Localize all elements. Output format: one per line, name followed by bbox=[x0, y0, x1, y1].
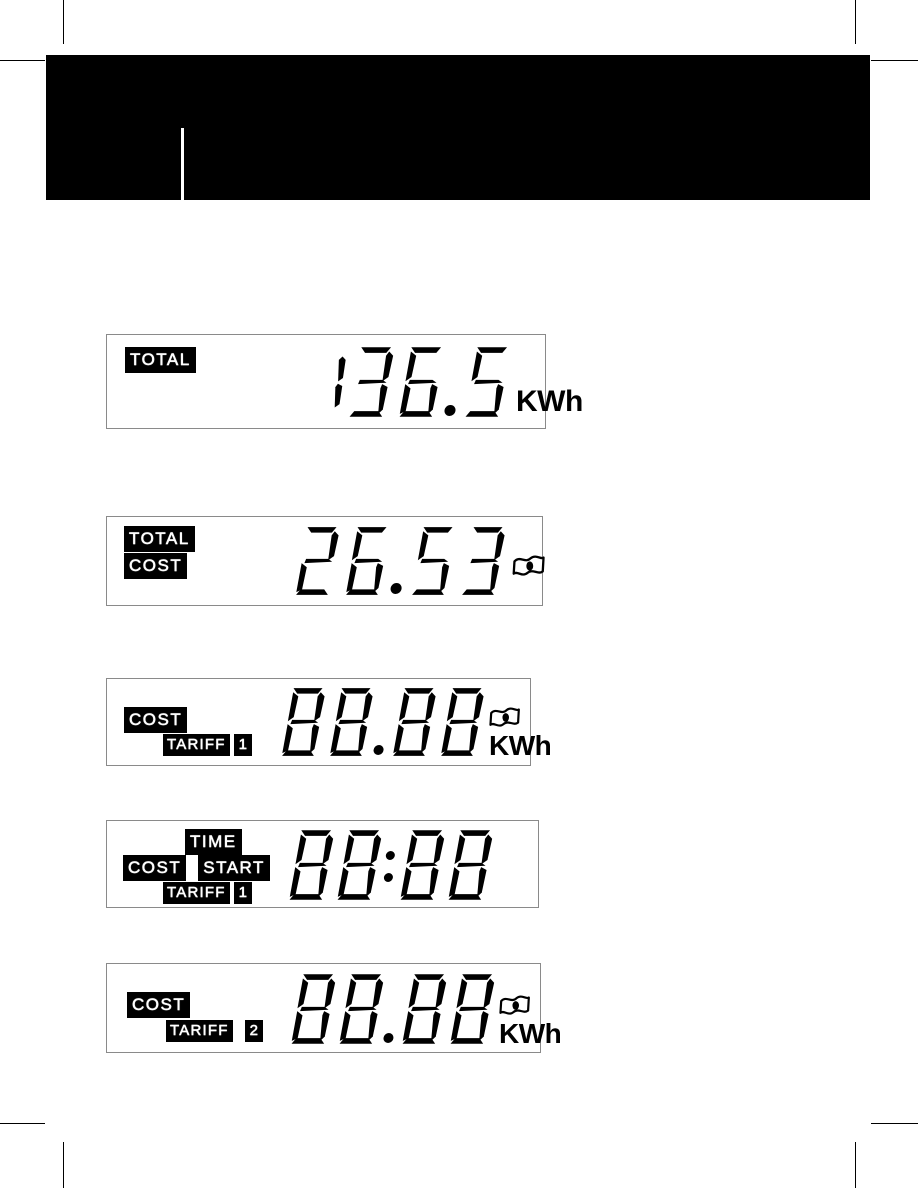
badge-tariff-number: 2 bbox=[244, 1020, 263, 1042]
digit-5 bbox=[405, 523, 462, 599]
unit-stack: KWh bbox=[489, 705, 552, 761]
digit-8 bbox=[276, 684, 331, 760]
badge-total: TOTAL bbox=[125, 347, 196, 373]
badge-time: TIME bbox=[185, 829, 242, 855]
lcd-readout: KWh bbox=[289, 970, 562, 1049]
digit-8 bbox=[332, 826, 387, 904]
banknote-icon bbox=[489, 705, 551, 730]
digit-2 bbox=[289, 523, 346, 599]
digit-8 bbox=[387, 684, 442, 760]
header-divider-line bbox=[181, 128, 184, 200]
badge-tariff: TARIFF bbox=[163, 882, 230, 904]
lcd-panel-total-kwh: TOTAL KWh bbox=[106, 334, 583, 429]
crop-mark-top-right-horizontal bbox=[871, 60, 918, 61]
digit-5 bbox=[459, 343, 516, 421]
badge-cost: COST bbox=[123, 855, 187, 881]
seven-segment-digits bbox=[289, 970, 496, 1048]
lcd-readout bbox=[292, 523, 546, 599]
unit-stack: KWh bbox=[499, 993, 562, 1049]
digit-6 bbox=[393, 343, 450, 421]
lcd-panel-cost-tariff-1: COST TARIFF 1 KWh bbox=[106, 678, 552, 766]
seven-segment-digits bbox=[312, 343, 512, 421]
digit-8 bbox=[445, 970, 500, 1048]
digit-8 bbox=[395, 826, 450, 904]
lcd-readout: KWh bbox=[279, 684, 552, 761]
digit-8 bbox=[334, 970, 389, 1048]
crop-mark-bottom-right-vertical bbox=[855, 1142, 856, 1188]
digit-8 bbox=[443, 826, 498, 904]
digit-8 bbox=[435, 684, 490, 760]
unit-label: KWh bbox=[489, 730, 552, 761]
badge-tariff: TARIFF bbox=[163, 734, 230, 756]
unit-label: KWh bbox=[499, 1018, 562, 1049]
digit-6 bbox=[339, 523, 396, 599]
badge-start: START bbox=[198, 855, 270, 881]
lcd-readout: KWh bbox=[312, 343, 583, 421]
crop-mark-top-left-vertical bbox=[63, 0, 64, 44]
digit-3 bbox=[343, 343, 400, 421]
crop-mark-top-left-horizontal bbox=[0, 60, 45, 61]
crop-mark-bottom-right-horizontal bbox=[871, 1123, 918, 1124]
crop-mark-top-right-vertical bbox=[855, 0, 856, 44]
crop-mark-bottom-left-vertical bbox=[63, 1142, 64, 1188]
digit-8 bbox=[284, 826, 339, 904]
lcd-readout bbox=[287, 826, 494, 904]
badge-tariff: TARIFF bbox=[166, 1020, 233, 1042]
banknote-icon bbox=[512, 553, 546, 579]
unit-label: KWh bbox=[516, 385, 583, 418]
badge-cost: COST bbox=[124, 707, 188, 733]
badge-total: TOTAL bbox=[124, 526, 195, 552]
seven-segment-digits bbox=[292, 523, 508, 599]
seven-segment-digits bbox=[279, 684, 486, 760]
seven-segment-digits bbox=[287, 826, 494, 904]
crop-mark-bottom-left-horizontal bbox=[0, 1123, 45, 1124]
digit-8 bbox=[397, 970, 452, 1048]
badge-cost: COST bbox=[124, 553, 188, 579]
digit-3 bbox=[455, 523, 512, 599]
lcd-panel-cost-tariff-2: COST TARIFF 2 KWh bbox=[106, 963, 562, 1053]
lcd-panel-total-cost: TOTAL COST bbox=[106, 516, 546, 606]
banknote-icon bbox=[499, 993, 561, 1018]
badge-cost: COST bbox=[127, 992, 191, 1018]
lcd-panel-cost-start-time-tariff-1: TIME COST START TARIFF 1 bbox=[106, 820, 539, 908]
badge-tariff-number: 1 bbox=[233, 734, 252, 756]
badge-tariff-number: 1 bbox=[233, 882, 252, 904]
digit-8 bbox=[286, 970, 341, 1048]
header-band bbox=[46, 55, 870, 200]
digit-8 bbox=[324, 684, 379, 760]
